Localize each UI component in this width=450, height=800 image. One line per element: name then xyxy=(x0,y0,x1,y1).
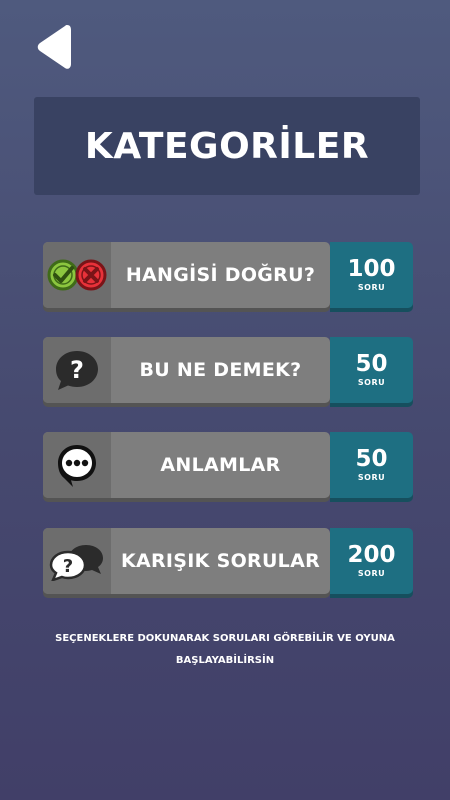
question-count-badge: 50 SORU xyxy=(330,337,413,403)
category-label: ANLAMLAR xyxy=(160,454,281,476)
question-count: 50 xyxy=(355,351,388,377)
title-card: KATEGORİLER xyxy=(34,97,420,195)
question-count: 200 xyxy=(347,542,396,568)
check-cross-icon xyxy=(47,259,107,291)
category-button[interactable]: ? BU NE DEMEK? xyxy=(43,337,330,403)
back-button[interactable] xyxy=(34,22,78,72)
category-karisik-sorular[interactable]: ? KARIŞIK SORULAR 200 SORU xyxy=(43,528,413,598)
category-hangisi-dogru[interactable]: HANGİSİ DOĞRU? 100 SORU xyxy=(43,242,413,312)
category-button[interactable]: HANGİSİ DOĞRU? xyxy=(43,242,330,308)
category-anlamlar[interactable]: ANLAMLAR 50 SORU xyxy=(43,432,413,502)
category-label: KARIŞIK SORULAR xyxy=(120,550,321,572)
category-icon-box: ? xyxy=(43,528,111,594)
question-count: 100 xyxy=(347,256,396,282)
category-button[interactable]: ANLAMLAR xyxy=(43,432,330,498)
svg-text:?: ? xyxy=(70,356,84,384)
question-unit: SORU xyxy=(357,283,386,292)
category-button[interactable]: ? KARIŞIK SORULAR xyxy=(43,528,330,594)
category-icon-box: ? xyxy=(43,337,111,403)
category-label: BU NE DEMEK? xyxy=(139,359,302,381)
chat-bubbles-icon: ? xyxy=(49,545,103,581)
category-icon-box xyxy=(43,432,111,498)
question-count-badge: 50 SORU xyxy=(330,432,413,498)
question-unit: SORU xyxy=(357,473,386,482)
hint-text: SEÇENEKLERE DOKUNARAK SORULARI GÖREBİLİR… xyxy=(55,633,395,666)
svg-text:?: ? xyxy=(63,556,73,577)
page-title: KATEGORİLER xyxy=(84,125,370,167)
back-arrow-icon xyxy=(37,25,71,69)
category-icon-box xyxy=(43,242,111,308)
category-label: HANGİSİ DOĞRU? xyxy=(125,264,316,286)
ellipsis-bubble-icon xyxy=(58,445,96,487)
question-bubble-icon: ? xyxy=(56,351,98,390)
question-unit: SORU xyxy=(357,569,386,578)
question-unit: SORU xyxy=(357,378,386,387)
category-bu-ne-demek[interactable]: ? BU NE DEMEK? 50 SORU xyxy=(43,337,413,407)
question-count-badge: 200 SORU xyxy=(330,528,413,594)
question-count: 50 xyxy=(355,446,388,472)
question-count-badge: 100 SORU xyxy=(330,242,413,308)
